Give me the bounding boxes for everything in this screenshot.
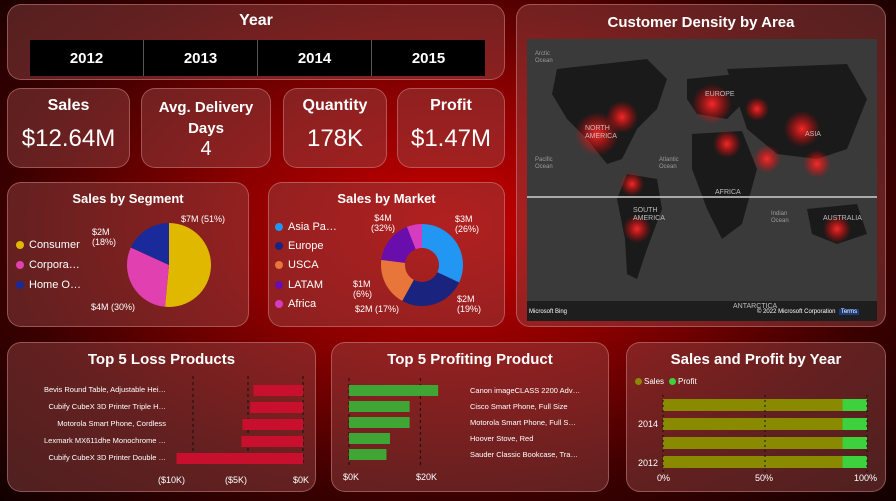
kpi-profit-label: Profit bbox=[430, 97, 472, 114]
map-terms-link[interactable]: Terms bbox=[838, 309, 860, 315]
profit-product-label: Canon imageCLASS 2200 Adv… bbox=[470, 386, 580, 395]
loss-tick-0k: $0K bbox=[293, 475, 310, 485]
map-label-australia: AUSTRALIA bbox=[823, 215, 862, 222]
profit-bar-chart[interactable]: Canon imageCLASS 2200 Adv… Cisco Smart Ph… bbox=[332, 343, 610, 493]
loss-tick-neg10k: ($10K) bbox=[158, 475, 186, 485]
year-label-2014: 2014 bbox=[638, 419, 659, 429]
map-label-indian: Indian Ocean bbox=[771, 211, 789, 224]
year-tick-100: 100% bbox=[854, 473, 878, 483]
kpi-quantity-label: Quantity bbox=[302, 97, 368, 114]
year-tick-50: 50% bbox=[755, 473, 774, 483]
segment-label-corporate: $4M (30%) bbox=[91, 302, 136, 312]
profit-bar[interactable] bbox=[349, 417, 410, 428]
profit-bar[interactable] bbox=[349, 401, 410, 412]
map-card: Customer Density by Area Arctic Ocean NO… bbox=[516, 4, 886, 327]
profit-product-label: Motorola Smart Phone, Full S… bbox=[470, 418, 576, 427]
market-label-latam: $2M (17%) bbox=[355, 304, 400, 314]
loss-product-label: Cubify CubeX 3D Printer Double … bbox=[48, 453, 166, 462]
year-profit-bar[interactable] bbox=[842, 437, 867, 449]
loss-bar[interactable] bbox=[253, 385, 304, 396]
bing-logo: Microsoft Bing bbox=[529, 309, 567, 315]
market-label-asia: $4M (32%) bbox=[370, 213, 395, 233]
kpi-sales-label: Sales bbox=[47, 97, 90, 114]
kpi-quantity-card: Quantity 178K bbox=[283, 88, 387, 168]
segment-label-home-office: $2M (18%) bbox=[92, 227, 117, 247]
year-profit-bar[interactable] bbox=[842, 418, 867, 430]
kpi-sales-value: $12.64M bbox=[21, 125, 116, 152]
year-tick-0: 0% bbox=[657, 473, 671, 483]
profit-product-label: Cisco Smart Phone, Full Size bbox=[470, 402, 568, 411]
year-stacked-bar[interactable] bbox=[627, 343, 887, 493]
segment-chart-card: Sales by Segment Consumer Corpora… Home … bbox=[7, 182, 249, 327]
loss-tick-neg5k: ($5K) bbox=[225, 475, 248, 485]
loss-chart-card: Top 5 Loss Products Bevis Round Table, A… bbox=[7, 342, 316, 492]
kpi-delivery-value: 4 bbox=[200, 138, 212, 160]
map-label-south-america: SOUTH AMERICA bbox=[633, 207, 665, 222]
year-profit-bar[interactable] bbox=[842, 399, 867, 411]
segment-label-consumer: $7M (51%) bbox=[181, 214, 226, 224]
loss-bar[interactable] bbox=[250, 402, 303, 413]
kpi-profit-value: $1.47M bbox=[410, 125, 492, 152]
map-canvas[interactable]: Arctic Ocean NORTH AMERICA EUROPE ASIA P… bbox=[527, 39, 877, 321]
market-chart-card: Sales by Market Asia Pa… Europe USCA LAT… bbox=[268, 182, 505, 327]
kpi-delivery-label: Avg. Delivery Days bbox=[158, 99, 254, 137]
profit-tick-0k: $0K bbox=[343, 472, 360, 482]
map-label-europe: EUROPE bbox=[705, 91, 735, 98]
kpi-profit-card: Profit $1.47M bbox=[397, 88, 505, 168]
kpi-quantity-value: 178K bbox=[306, 125, 364, 152]
year-button-2015[interactable]: 2015 bbox=[372, 40, 485, 76]
loss-product-label: Cubify CubeX 3D Printer Triple H… bbox=[48, 402, 166, 411]
pie-slice-consumer[interactable] bbox=[165, 223, 211, 307]
kpi-delivery-card: Avg. Delivery Days 4 bbox=[141, 88, 271, 168]
year-sales-bar[interactable] bbox=[663, 418, 843, 430]
loss-product-label: Lexmark MX611dhe Monochrome … bbox=[44, 436, 166, 445]
year-button-2013[interactable]: 2013 bbox=[144, 40, 258, 76]
map-title: Customer Density by Area bbox=[607, 14, 795, 31]
loss-product-label: Bevis Round Table, Adjustable Hei… bbox=[44, 385, 166, 394]
profit-product-label: Sauder Classic Bookcase, Tra… bbox=[470, 450, 578, 459]
world-map bbox=[527, 59, 877, 321]
profit-product-label: Hoover Stove, Red bbox=[470, 434, 533, 443]
market-label-africa: $1M (6%) bbox=[353, 279, 373, 299]
map-label-north-america: NORTH AMERICA bbox=[585, 125, 617, 140]
year-label-2012: 2012 bbox=[638, 458, 659, 468]
loss-bar-chart[interactable]: Bevis Round Table, Adjustable Hei… Cubify… bbox=[8, 343, 317, 493]
year-button-2014[interactable]: 2014 bbox=[258, 40, 372, 76]
year-slicer-card: Year 2012 2013 2014 2015 bbox=[7, 4, 505, 80]
market-label-usca: $2M (19%) bbox=[457, 294, 482, 314]
loss-bar[interactable] bbox=[176, 453, 304, 464]
loss-bar[interactable] bbox=[242, 419, 304, 430]
year-button-2012[interactable]: 2012 bbox=[30, 40, 144, 76]
map-label-asia: ASIA bbox=[805, 131, 821, 138]
year-sales-bar[interactable] bbox=[663, 437, 843, 449]
loss-product-label: Motorola Smart Phone, Cordless bbox=[57, 419, 166, 428]
bing-brand-text: Microsoft Bing bbox=[529, 309, 568, 315]
map-label-arctic: Arctic Ocean bbox=[535, 51, 553, 64]
profit-bar[interactable] bbox=[349, 433, 391, 444]
loss-bar[interactable] bbox=[241, 436, 303, 447]
kpi-sales-card: Sales $12.64M bbox=[7, 88, 130, 168]
market-label-europe: $3M (26%) bbox=[455, 214, 480, 234]
year-sales-bar[interactable] bbox=[663, 456, 843, 468]
map-label-africa: AFRICA bbox=[715, 189, 741, 196]
year-chart-card: Sales and Profit by Year Sales Profit 20… bbox=[626, 342, 886, 492]
profit-bar[interactable] bbox=[349, 385, 439, 396]
map-label-pacific: Pacific Ocean bbox=[535, 157, 553, 170]
profit-tick-20k: $20K bbox=[416, 472, 438, 482]
profit-chart-card: Top 5 Profiting Product Canon imageCLASS… bbox=[331, 342, 609, 492]
copyright-text: © 2022 Microsoft Corporation bbox=[757, 309, 836, 315]
map-label-atlantic: Atlantic Ocean bbox=[659, 157, 679, 170]
year-profit-bar[interactable] bbox=[842, 456, 867, 468]
map-copyright: © 2022 Microsoft Corporation Terms bbox=[757, 309, 860, 315]
year-sales-bar[interactable] bbox=[663, 399, 843, 411]
profit-bar[interactable] bbox=[349, 449, 387, 460]
year-slicer-title: Year bbox=[239, 12, 273, 29]
